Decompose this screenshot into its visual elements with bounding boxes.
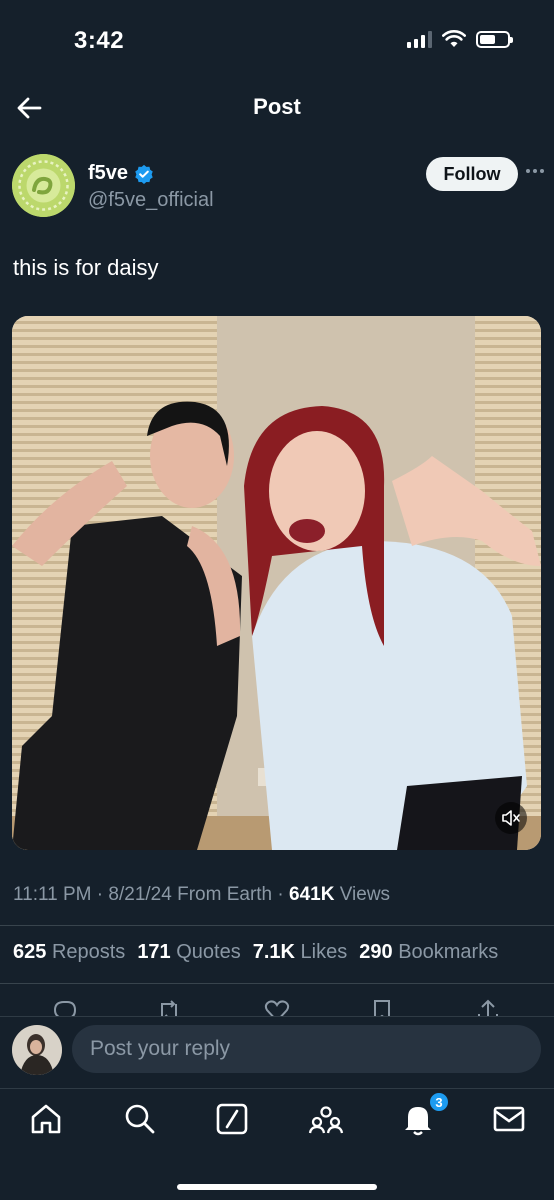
battery-icon [476, 30, 513, 48]
status-bar: 3:42 [0, 0, 554, 80]
post-text: this is for daisy [13, 255, 159, 280]
quotes-stat[interactable]: 171 Quotes [137, 941, 240, 964]
reposts-stat[interactable]: 625 Reposts [13, 941, 125, 964]
mute-button[interactable] [495, 802, 527, 834]
author-handle[interactable]: @f5ve_official [88, 189, 214, 212]
user-avatar-image [12, 1025, 62, 1075]
verified-badge-icon [135, 164, 153, 184]
post-author: f5ve @f5ve_official Follow [12, 154, 544, 220]
views-label: Views [339, 884, 391, 905]
post-video[interactable] [12, 316, 541, 850]
more-options-icon[interactable] [524, 160, 546, 182]
reply-icon[interactable] [50, 996, 80, 1016]
bookmarks-stat[interactable]: 290 Bookmarks [359, 941, 498, 964]
communities-icon[interactable] [308, 1101, 344, 1137]
bookmark-icon[interactable] [367, 996, 397, 1016]
home-indicator [177, 1184, 377, 1190]
status-time: 3:42 [74, 27, 125, 54]
divider [0, 983, 554, 984]
notifications-tab[interactable]: 3 [400, 1091, 450, 1137]
author-name: f5ve [88, 162, 129, 184]
reply-input[interactable] [72, 1025, 541, 1073]
post-date: 8/21/24 [108, 884, 172, 905]
messages-icon[interactable] [491, 1101, 527, 1137]
bottom-tab-bar: 3 [0, 1088, 554, 1200]
header: Post [0, 80, 554, 136]
notifications-badge: 3 [428, 1091, 450, 1113]
meta-separator: · [96, 884, 109, 905]
wifi-icon [442, 30, 466, 47]
repost-icon[interactable] [154, 996, 184, 1016]
f5ve-logo-icon [12, 154, 75, 217]
speaker-muted-icon [502, 810, 520, 826]
video-thumbnail [12, 316, 541, 850]
post-actions [0, 996, 554, 1016]
post-time: 11:11 PM [13, 884, 92, 905]
meta-separator: · [277, 884, 290, 905]
likes-stat[interactable]: 7.1K Likes [253, 941, 348, 964]
post-source: From Earth [177, 884, 273, 905]
search-icon[interactable] [122, 1101, 158, 1137]
views-count: 641K [289, 884, 335, 905]
author-name-row[interactable]: f5ve [88, 162, 154, 185]
user-avatar[interactable] [12, 1025, 62, 1075]
home-icon[interactable] [28, 1101, 64, 1137]
cellular-signal-icon [407, 30, 432, 48]
page-title: Post [253, 94, 301, 119]
post-meta: 11:11 PM · 8/21/24 From Earth · 641K Vie… [13, 884, 390, 906]
share-icon[interactable] [473, 996, 503, 1016]
reply-bar [0, 1016, 554, 1088]
grok-icon[interactable] [214, 1101, 250, 1137]
divider [0, 925, 554, 926]
status-icons [407, 30, 513, 48]
author-avatar[interactable] [12, 154, 75, 217]
post-stats: 625 Reposts 171 Quotes 7.1K Likes 290 Bo… [13, 941, 498, 964]
like-icon[interactable] [262, 996, 292, 1016]
follow-button[interactable]: Follow [426, 157, 518, 191]
